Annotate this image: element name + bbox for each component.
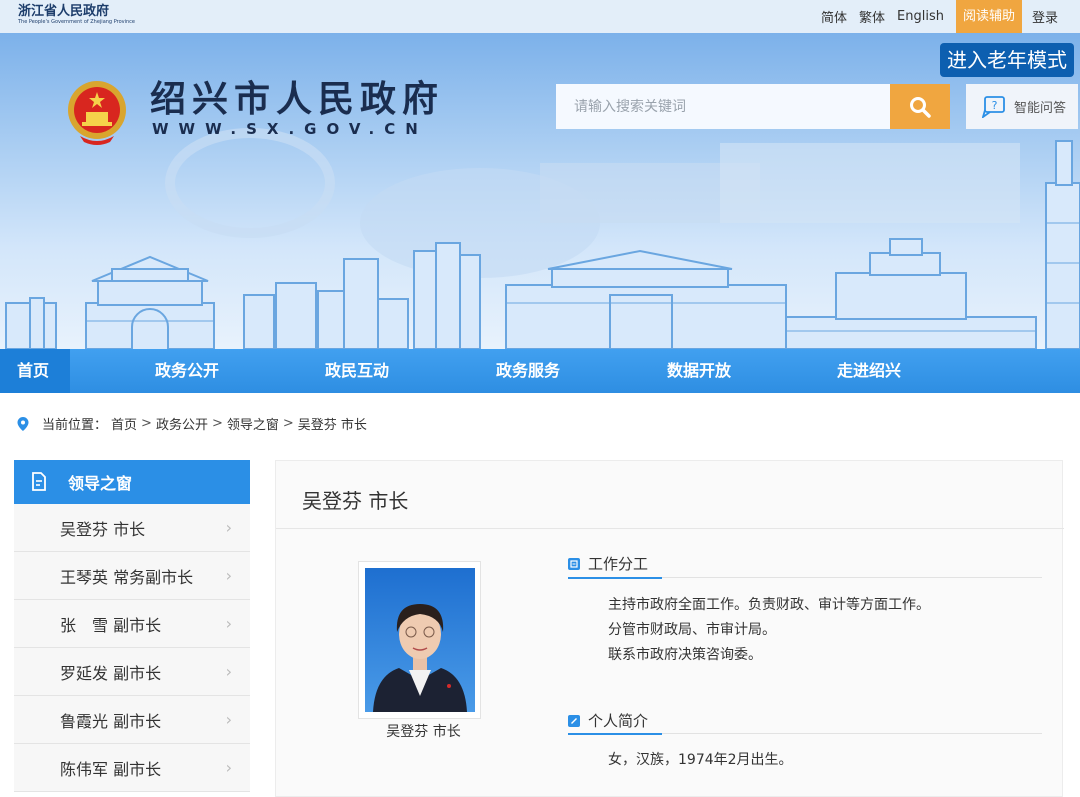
duty-line: 分管市财政局、市审计局。 <box>608 622 776 638</box>
sidebar-item-label: 吴登芬 市长 <box>60 519 146 539</box>
national-emblem-icon <box>68 81 126 145</box>
breadcrumb-home[interactable]: 首页 <box>111 414 137 433</box>
duty-heading-underline <box>568 577 662 579</box>
breadcrumb: 当前位置： 首页 > 政务公开 > 领导之窗 > 吴登芬 市长 <box>16 414 371 433</box>
breadcrumb-separator: > <box>282 416 294 431</box>
search-input[interactable] <box>556 84 890 129</box>
profile-text: 女，汉族，1974年2月出生。 <box>608 748 793 773</box>
reading-aid-button[interactable]: 阅读辅助 <box>955 0 1022 33</box>
header-banner: 进入老年模式 绍兴市人民政府 WWW.SX.GOV.CN ? 智能问答 <box>0 33 1080 349</box>
duty-line: 主持市政府全面工作。负责财政、审计等方面工作。 <box>608 597 930 613</box>
login-link[interactable]: 登录 <box>1032 7 1058 26</box>
sidebar-item-vice-mayor[interactable]: 陈伟军 副市长 › <box>14 744 250 792</box>
portrait-caption: 吴登芬 市长 <box>386 724 461 740</box>
traditional-link[interactable]: 繁体 <box>859 7 885 26</box>
english-link[interactable]: English <box>897 9 944 24</box>
chat-question-icon: ? <box>982 95 1005 118</box>
sidebar-item-vice-mayor[interactable]: 张 雪 副市长 › <box>14 600 250 648</box>
duty-divider <box>662 577 1042 578</box>
location-pin-icon <box>17 416 29 431</box>
profile-line: 女，汉族，1974年2月出生。 <box>608 752 793 768</box>
duty-heading: 工作分工 <box>588 555 649 573</box>
edit-icon <box>568 714 580 727</box>
sidebar-item-label: 张 雪 副市长 <box>60 615 162 635</box>
province-name: 浙江省人民政府 <box>18 4 110 19</box>
document-icon <box>568 557 580 570</box>
chevron-right-icon: › <box>225 566 232 585</box>
sidebar-item-label: 王琴英 常务副市长 <box>60 567 194 587</box>
smart-qa-button[interactable]: ? 智能问答 <box>966 84 1078 129</box>
title-divider <box>276 528 1064 529</box>
nav-open-data[interactable]: 数据开放 <box>667 349 731 393</box>
sidebar-item-vice-mayor[interactable]: 罗延发 副市长 › <box>14 648 250 696</box>
site-url: WWW.SX.GOV.CN <box>152 120 428 138</box>
sidebar-header: 领导之窗 <box>14 460 250 504</box>
elder-mode-button[interactable]: 进入老年模式 <box>940 43 1074 77</box>
search-icon <box>910 96 931 118</box>
breadcrumb-gov-affairs[interactable]: 政务公开 <box>156 414 208 433</box>
search-button[interactable] <box>890 84 950 129</box>
breadcrumb-prefix: 当前位置： <box>42 418 108 433</box>
main-content: 吴登芬 市长 吴登芬 市长 工作分工 主持市政府全面工作。负责财政、审计等方面工… <box>275 460 1064 797</box>
nav-gov-services[interactable]: 政务服务 <box>496 349 560 393</box>
profile-section-heading: 个人简介 <box>568 710 648 731</box>
page-title: 吴登芬 市长 <box>302 489 409 513</box>
breadcrumb-separator: > <box>211 416 223 431</box>
sidebar-item-executive-vice-mayor[interactable]: 王琴英 常务副市长 › <box>14 552 250 600</box>
province-name-en: The People's Government of Zhejiang Prov… <box>18 19 135 25</box>
breadcrumb-separator: > <box>141 416 152 431</box>
sidebar-item-vice-mayor[interactable]: 鲁霞光 副市长 › <box>14 696 250 744</box>
profile-divider <box>662 733 1042 734</box>
duty-text: 主持市政府全面工作。负责财政、审计等方面工作。 分管市财政局、市审计局。 联系市… <box>608 593 930 668</box>
sidebar-item-label: 罗延发 副市长 <box>60 663 162 683</box>
profile-heading: 个人简介 <box>588 712 649 730</box>
nav-public-interaction[interactable]: 政民互动 <box>325 349 389 393</box>
breadcrumb-current: 吴登芬 市长 <box>297 418 367 433</box>
chevron-right-icon: › <box>225 614 232 633</box>
smart-qa-label: 智能问答 <box>1014 101 1067 116</box>
duty-section-heading: 工作分工 <box>568 553 648 574</box>
chevron-right-icon: › <box>225 710 232 729</box>
top-links: 简体 繁体 English 阅读辅助 登录 <box>821 0 1080 33</box>
nav-home[interactable]: 首页 <box>0 349 70 393</box>
sidebar-title: 领导之窗 <box>68 474 133 493</box>
breadcrumb-leaders[interactable]: 领导之窗 <box>227 414 279 433</box>
sidebar: 领导之窗 吴登芬 市长 › 王琴英 常务副市长 › 张 雪 副市长 › 罗延发 … <box>14 460 250 792</box>
document-icon <box>32 472 46 491</box>
portrait-photo <box>365 568 475 712</box>
nav-gov-affairs-public[interactable]: 政务公开 <box>155 349 219 393</box>
province-logo[interactable]: 浙江省人民政府 The People's Government of Zheji… <box>18 4 135 26</box>
chevron-right-icon: › <box>225 518 232 537</box>
profile-heading-underline <box>568 733 662 735</box>
svg-text:?: ? <box>992 99 998 112</box>
duty-line: 联系市政府决策咨询委。 <box>608 647 762 663</box>
site-name: 绍兴市人民政府 <box>150 79 445 120</box>
portrait-frame <box>358 561 481 719</box>
chevron-right-icon: › <box>225 758 232 777</box>
simplified-link[interactable]: 简体 <box>821 7 847 26</box>
chevron-right-icon: › <box>225 662 232 681</box>
sidebar-item-label: 鲁霞光 副市长 <box>60 711 162 731</box>
main-nav: 首页 政务公开 政民互动 政务服务 数据开放 走进绍兴 <box>0 349 1080 393</box>
nav-about-shaoxing[interactable]: 走进绍兴 <box>837 349 901 393</box>
top-bar: 浙江省人民政府 The People's Government of Zheji… <box>0 0 1080 33</box>
sidebar-item-mayor[interactable]: 吴登芬 市长 › <box>14 504 250 552</box>
sidebar-item-label: 陈伟军 副市长 <box>60 759 162 779</box>
